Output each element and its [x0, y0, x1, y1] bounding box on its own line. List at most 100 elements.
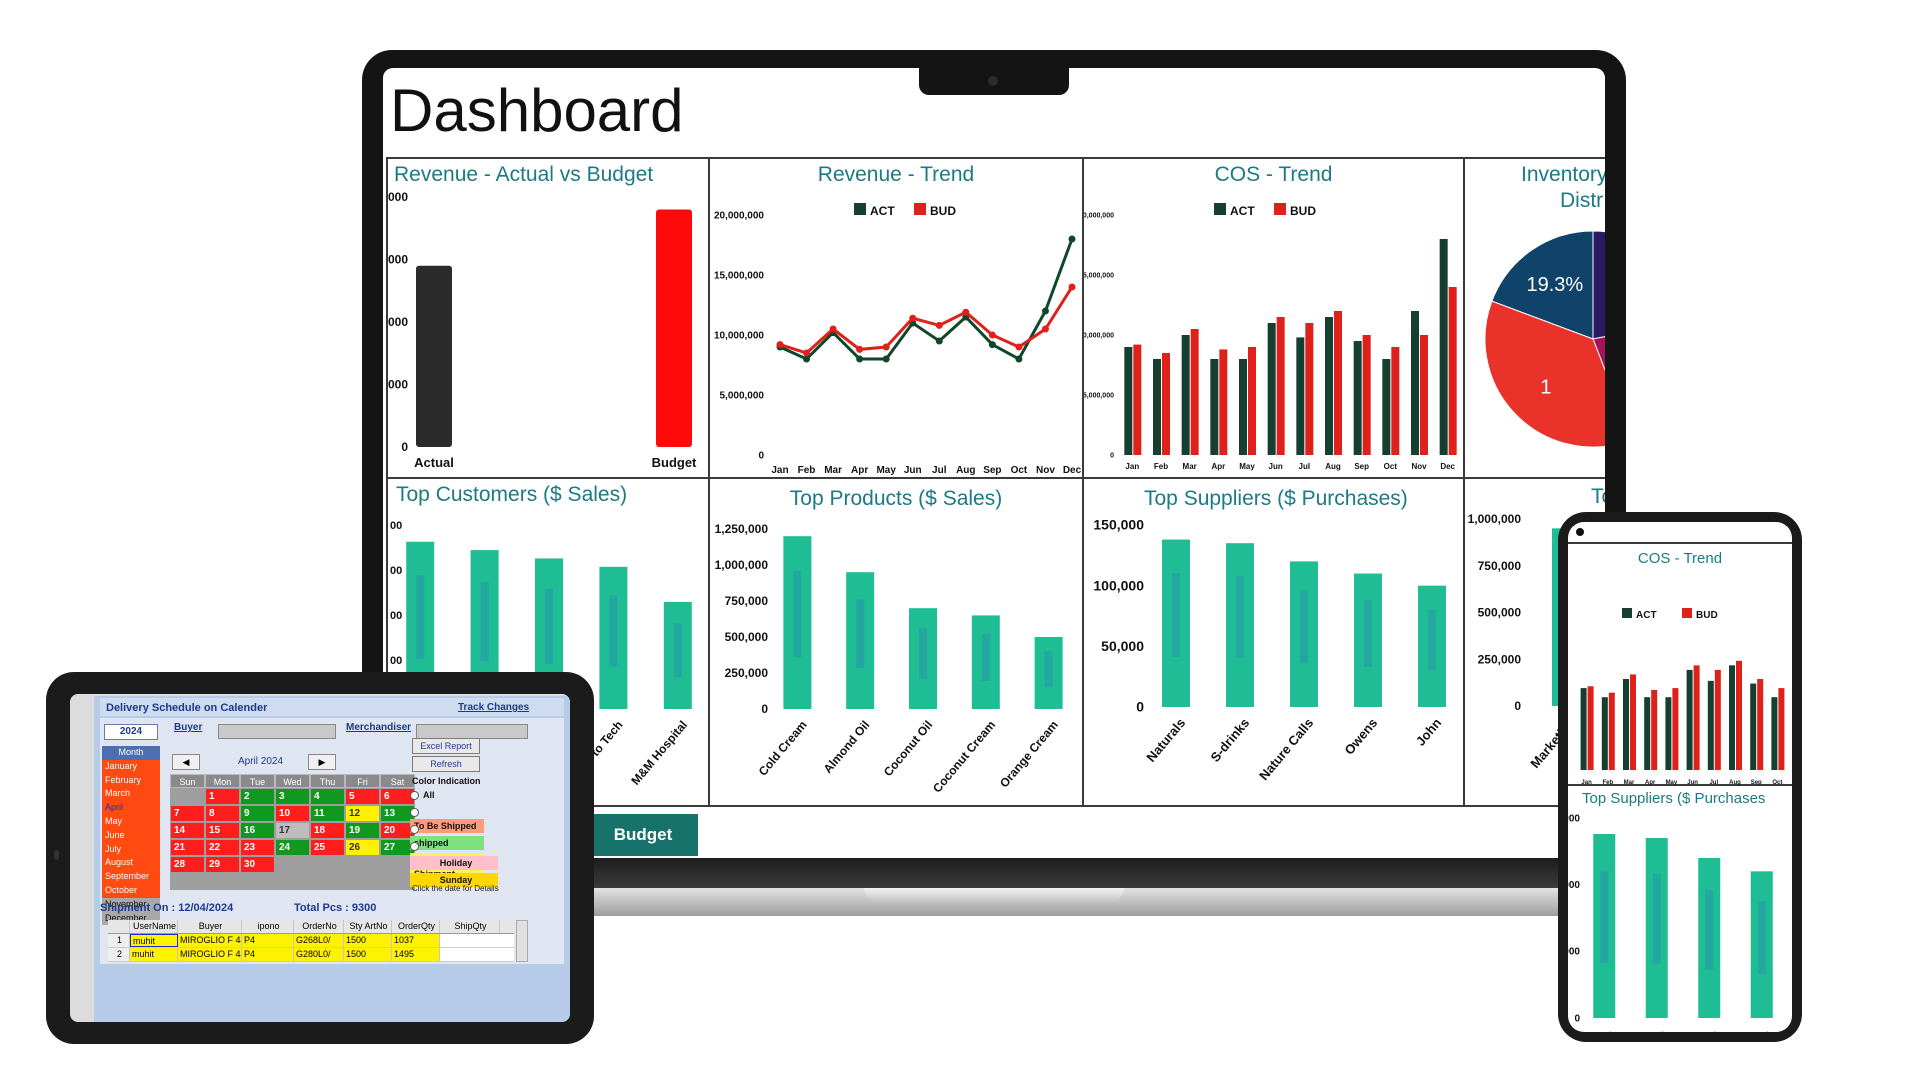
grid-cell[interactable]: 1495	[392, 948, 440, 961]
legend-item-all[interactable]: All	[410, 788, 496, 805]
month-item-october[interactable]: October	[102, 883, 160, 898]
calendar-day-11[interactable]: 11	[310, 805, 345, 822]
month-item-september[interactable]: September	[102, 870, 160, 884]
calendar-day-16[interactable]: 16	[240, 822, 275, 839]
bar-act-nov	[1411, 311, 1419, 455]
grid-column-header[interactable]: OrderQty	[392, 920, 440, 933]
calendar-day-30[interactable]: 30	[240, 856, 275, 873]
grid-cell[interactable]: 1037	[392, 934, 440, 947]
phone-panel-suppliers[interactable]: Top Suppliers ($ Purchases ,000,000,0000…	[1568, 786, 1792, 1032]
table-row[interactable]: 2muhitMIROGLIO F 44217P4G280L0/15001495	[108, 948, 514, 962]
calendar-day-5[interactable]: 5	[345, 788, 380, 805]
grid-column-header[interactable]: Buyer	[178, 920, 242, 933]
calendar-day-14[interactable]: 14	[170, 822, 205, 839]
grid-column-header[interactable]: UserName	[130, 920, 178, 933]
calendar-day-29[interactable]: 29	[205, 856, 240, 873]
radio-icon[interactable]	[410, 791, 419, 801]
grid-cell[interactable]: P4	[242, 948, 294, 961]
year-selector[interactable]: 2024	[104, 724, 158, 740]
month-item-may[interactable]: May	[102, 814, 160, 829]
x-tick-label: Dec	[1440, 462, 1455, 471]
excel-report-button[interactable]: Excel Report	[412, 738, 480, 754]
month-item-july[interactable]: July	[102, 842, 160, 857]
bar-texture	[1172, 573, 1180, 657]
panel-top-products[interactable]: Top Products ($ Sales) 1,250,000 1,000,00…	[708, 477, 1084, 807]
panel-revenue-actual-vs-budget[interactable]: Revenue - Actual vs Budget 000 000 000 000 0…	[386, 157, 710, 479]
x-tick-label: Apr	[1211, 462, 1225, 471]
grid-column-header[interactable]: Sty ArtNo	[344, 920, 392, 933]
grid-cell[interactable]: 1500	[344, 948, 392, 961]
grid-cell[interactable]: 1500	[344, 934, 392, 947]
buyer-input[interactable]	[218, 724, 336, 739]
phone-panel-cos[interactable]: COS - Trend Jan Feb Mar Apr May Jun Jul Aug Sep O…	[1568, 542, 1792, 786]
calendar-day-2[interactable]: 2	[240, 788, 275, 805]
bar-bud-feb	[1162, 353, 1170, 455]
bar-bud-nov	[1420, 335, 1428, 455]
merchandiser-input[interactable]	[416, 724, 528, 739]
calendar-day-12[interactable]: 12	[345, 805, 380, 822]
calendar-day-23[interactable]: 23	[240, 839, 275, 856]
click-hint: Click the date for Details	[412, 884, 499, 893]
x-tick-label: Dec	[1063, 465, 1082, 476]
grid-cell[interactable]: muhit	[130, 948, 178, 961]
bar-bud-jan	[1587, 686, 1594, 770]
grid-scrollbar[interactable]	[516, 920, 528, 962]
refresh-button[interactable]: Refresh	[412, 756, 480, 772]
calendar-empty-cell	[345, 873, 380, 890]
calendar-day-28[interactable]: 28	[170, 856, 205, 873]
calendar-day-22[interactable]: 22	[205, 839, 240, 856]
month-item-august[interactable]: August	[102, 856, 160, 871]
legend-item-partial-shipment[interactable]: Partial Shipment	[410, 839, 496, 881]
calendar-day-24[interactable]: 24	[275, 839, 310, 856]
month-item-april[interactable]: April	[102, 801, 160, 815]
next-month-icon[interactable]: ▶	[308, 754, 336, 770]
calendar-day-10[interactable]: 10	[275, 805, 310, 822]
month-item-march[interactable]: March	[102, 787, 160, 802]
month-item-january[interactable]: January	[102, 759, 160, 774]
grid-column-header[interactable]: ShipQty	[440, 920, 500, 933]
calendar-day-7[interactable]: 7	[170, 805, 205, 822]
track-changes-link[interactable]: Track Changes	[458, 702, 529, 713]
radio-icon[interactable]	[410, 808, 419, 818]
calendar-day-3[interactable]: 3	[275, 788, 310, 805]
panel-top-suppliers[interactable]: Top Suppliers ($ Purchases) 150,000 100,0…	[1082, 477, 1465, 807]
grid-column-header[interactable]: OrderNo	[294, 920, 344, 933]
panel-revenue-trend[interactable]: Revenue - Trend 20,000,000 15,000,000 10,0…	[708, 157, 1084, 479]
calendar-day-19[interactable]: 19	[345, 822, 380, 839]
grid-cell[interactable]: MIROGLIO F 44217	[178, 948, 242, 961]
budget-tab-button[interactable]: Budget	[588, 814, 698, 856]
table-row[interactable]: 1muhitMIROGLIO F 44213P4G268L0/15001037	[108, 934, 514, 948]
panel-cos-trend[interactable]: COS - Trend 20,000,00015,000,00010,000,0…	[1082, 157, 1465, 479]
bar-texture	[1757, 900, 1766, 974]
pie-label: 19.3%	[1526, 274, 1583, 296]
radio-icon[interactable]	[410, 825, 419, 835]
month-item-june[interactable]: June	[102, 828, 160, 843]
legend-item-shipped[interactable]: shipped	[410, 822, 496, 850]
grid-cell[interactable]: G280L0/	[294, 948, 344, 961]
calendar-day-18[interactable]: 18	[310, 822, 345, 839]
calendar-day-21[interactable]: 21	[170, 839, 205, 856]
legend-item-holiday[interactable]: Holiday	[410, 856, 498, 873]
grid-cell[interactable]: MIROGLIO F 44213	[178, 934, 242, 947]
calendar-day-17[interactable]: 17	[275, 822, 310, 839]
calendar-day-8[interactable]: 8	[205, 805, 240, 822]
calendar-day-9[interactable]: 9	[240, 805, 275, 822]
legend-item-to-be-shipped[interactable]: To Be Shipped	[410, 805, 496, 833]
radio-icon[interactable]	[410, 842, 419, 852]
calendar-day-4[interactable]: 4	[310, 788, 345, 805]
grid-column-header[interactable]: ipono	[242, 920, 294, 933]
panel-inventory[interactable]: Inventory Distr 19.3%21.9%22.21	[1463, 157, 1605, 479]
calendar-day-1[interactable]: 1	[205, 788, 240, 805]
grid-cell[interactable]: G268L0/	[294, 934, 344, 947]
shipment-on-label: Shipment On : 12/04/2024	[100, 902, 234, 914]
grid-cell[interactable]: P4	[242, 934, 294, 947]
calendar-day-15[interactable]: 15	[205, 822, 240, 839]
calendar-day-25[interactable]: 25	[310, 839, 345, 856]
grid-cell[interactable]: muhit	[130, 934, 178, 947]
prev-month-icon[interactable]: ◀	[172, 754, 200, 770]
y-tick-label: 50,000	[1101, 638, 1144, 654]
month-item-february[interactable]: February	[102, 773, 160, 788]
bar-texture	[609, 595, 618, 667]
calendar-day-26[interactable]: 26	[345, 839, 380, 856]
bar-bud-jul	[1714, 669, 1721, 770]
